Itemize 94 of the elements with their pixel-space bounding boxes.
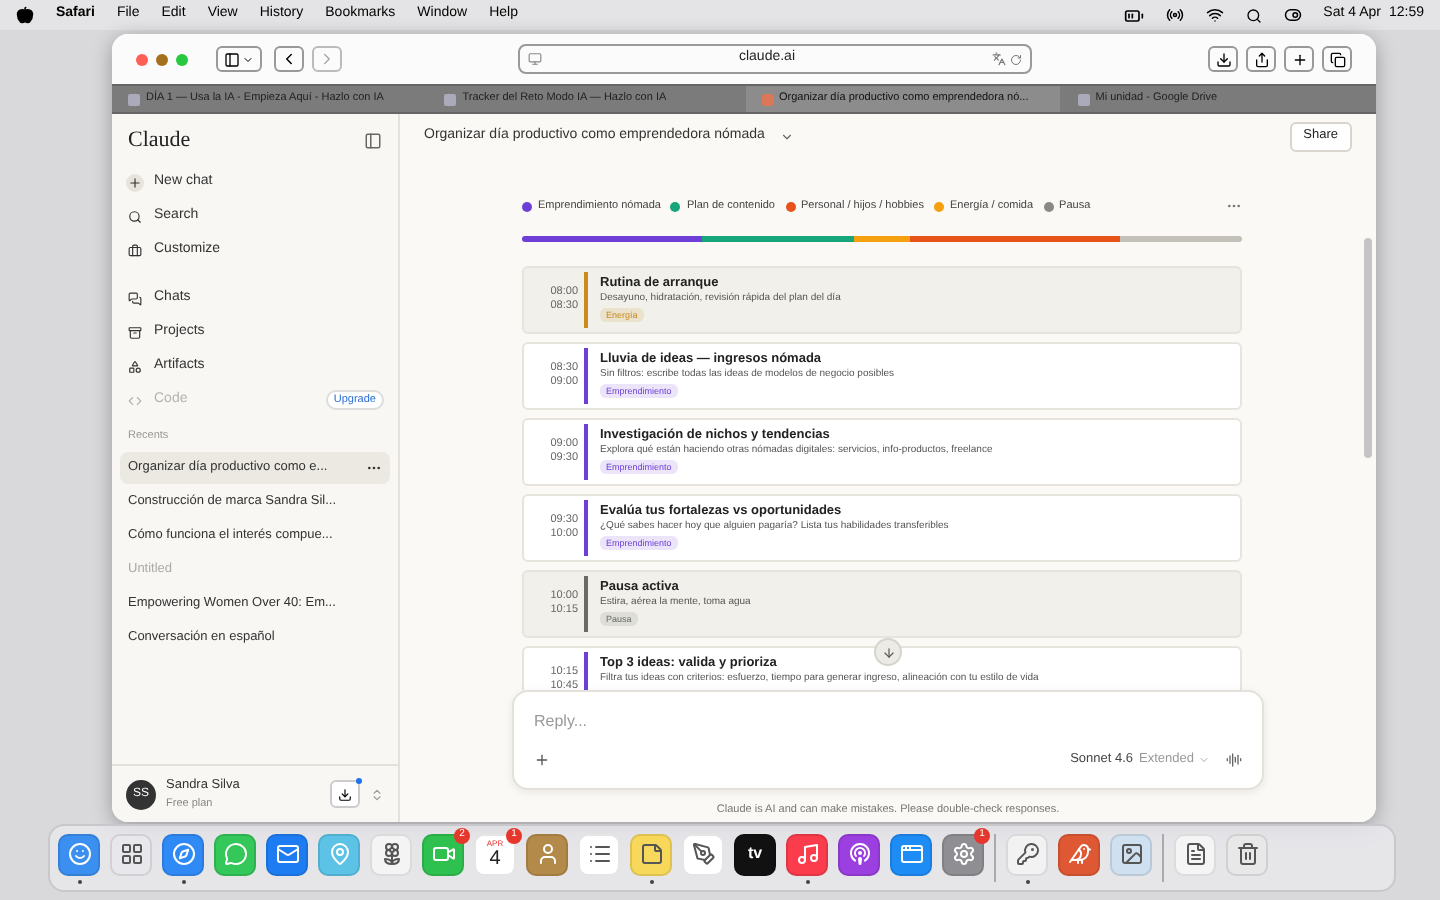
trash-icon xyxy=(1235,842,1259,866)
dock-app-button[interactable] xyxy=(1058,833,1100,875)
tabs-overview-button[interactable] xyxy=(1322,46,1352,72)
download-button[interactable] xyxy=(1208,46,1238,72)
download-icon xyxy=(338,787,352,801)
dock-app-button[interactable] xyxy=(58,833,100,875)
reload-icon[interactable] xyxy=(1010,53,1022,65)
dock-app-button[interactable] xyxy=(1110,833,1152,875)
arrow-down-icon xyxy=(881,645,895,659)
bird-icon xyxy=(1067,842,1091,866)
dock-app-button[interactable] xyxy=(266,833,308,875)
dock-app-button[interactable] xyxy=(838,833,880,875)
favicon-icon xyxy=(761,93,773,105)
gear-icon xyxy=(951,842,975,866)
favicon-icon xyxy=(128,93,140,105)
dock-app-button[interactable] xyxy=(110,833,152,875)
box-icon xyxy=(128,325,142,339)
key-icon xyxy=(1015,842,1039,866)
grid-icon xyxy=(119,842,143,866)
dock-app-button[interactable] xyxy=(162,833,204,875)
dock-app-button[interactable] xyxy=(370,833,412,875)
favicon-icon xyxy=(1077,93,1090,105)
compass-icon xyxy=(171,842,195,866)
dock-app-button[interactable] xyxy=(1174,833,1216,875)
person-icon xyxy=(535,842,559,866)
dock-app-button[interactable]: tv xyxy=(734,833,776,875)
dock-app-button[interactable] xyxy=(1226,833,1268,875)
share-button[interactable] xyxy=(1246,46,1276,72)
dock-app-button[interactable] xyxy=(786,833,828,875)
sidebar-icon xyxy=(224,51,240,67)
calendar-day: 4 xyxy=(489,848,501,870)
antenna-icon[interactable] xyxy=(1165,6,1184,24)
close-button[interactable] xyxy=(136,53,148,65)
plus-icon[interactable] xyxy=(534,751,550,768)
face-icon xyxy=(67,842,91,866)
sidebar-toggle-button[interactable] xyxy=(216,46,262,72)
running-indicator xyxy=(805,879,809,883)
map-pin-icon xyxy=(327,842,351,866)
app-label: tv xyxy=(747,842,763,866)
chat-bubbles-icon xyxy=(128,291,142,305)
back-button[interactable] xyxy=(274,46,304,72)
battery-icon[interactable] xyxy=(1123,5,1144,25)
search-icon xyxy=(128,209,142,223)
pen-icon xyxy=(691,842,715,866)
plus-icon xyxy=(128,175,142,189)
chevron-left-icon xyxy=(280,50,298,68)
dock-app-button[interactable] xyxy=(1006,833,1048,875)
translate-icon[interactable] xyxy=(992,52,1006,66)
dock-app-button[interactable] xyxy=(526,833,568,875)
dock-app-button[interactable] xyxy=(682,833,724,875)
scrollbar-thumb[interactable] xyxy=(1364,238,1372,458)
wifi-icon[interactable] xyxy=(1205,6,1224,24)
dock-app-button[interactable] xyxy=(942,833,984,875)
document-icon xyxy=(1183,842,1207,866)
reply-input[interactable]: Reply... xyxy=(534,710,1242,734)
image-icon xyxy=(1119,842,1143,866)
music-note-icon xyxy=(795,842,819,866)
dock-app-button[interactable] xyxy=(422,833,464,875)
envelope-icon xyxy=(275,842,299,866)
chevron-down-icon xyxy=(242,53,254,65)
running-indicator xyxy=(1025,879,1029,883)
voice-icon[interactable] xyxy=(1226,751,1242,768)
app-window-icon xyxy=(899,842,923,866)
chevron-down-icon[interactable] xyxy=(780,129,795,143)
flower-icon xyxy=(379,842,403,866)
overlapping-squares-icon xyxy=(1329,51,1345,67)
chevron-right-icon xyxy=(318,50,336,68)
running-indicator xyxy=(77,879,81,883)
code-icon xyxy=(128,393,142,407)
scroll-down-button[interactable] xyxy=(874,638,902,666)
briefcase-icon xyxy=(128,243,142,257)
search-icon[interactable] xyxy=(1245,7,1262,23)
dock-app-button[interactable] xyxy=(630,833,672,875)
speech-bubble-icon xyxy=(223,842,247,866)
dock-app-button[interactable] xyxy=(578,833,620,875)
dock-app-button[interactable] xyxy=(890,833,932,875)
running-indicator xyxy=(649,879,653,883)
favicon-icon xyxy=(444,93,457,105)
new-tab-button[interactable] xyxy=(1284,46,1314,72)
running-indicator xyxy=(181,879,185,883)
podcast-icon xyxy=(847,842,871,866)
sidebar-toggle-icon[interactable] xyxy=(364,131,382,149)
share-icon xyxy=(1253,51,1269,67)
download-icon xyxy=(1215,51,1231,67)
video-camera-icon xyxy=(431,842,455,866)
page-icon xyxy=(528,52,542,66)
note-icon xyxy=(639,842,663,866)
brand-name: Claude xyxy=(128,125,193,156)
plus-icon xyxy=(1291,51,1307,67)
apple-icon[interactable] xyxy=(16,6,34,24)
shapes-icon xyxy=(128,359,142,373)
toggle-icon[interactable] xyxy=(1283,6,1302,24)
minimize-button[interactable] xyxy=(156,53,168,65)
download-button[interactable] xyxy=(330,780,360,808)
